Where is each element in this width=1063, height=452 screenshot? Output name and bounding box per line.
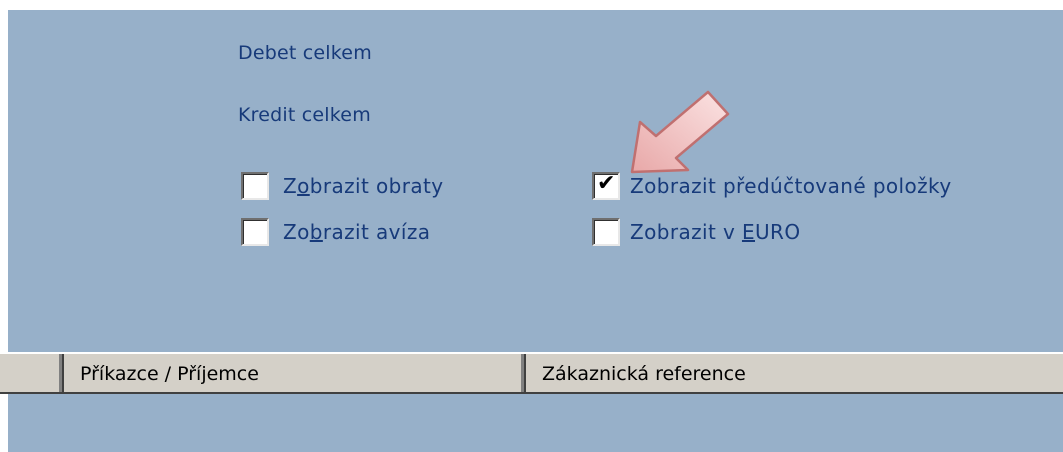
show-euro-option[interactable]: Zobrazit v EURO: [592, 218, 801, 246]
column-header-select[interactable]: [0, 354, 64, 394]
check-icon: ✔: [597, 171, 616, 196]
show-euro-label: Zobrazit v EURO: [630, 220, 801, 244]
header-divider: [0, 392, 1063, 394]
table-header: Příkazce / Příjemce Zákaznická reference: [0, 352, 1063, 394]
show-advices-checkbox[interactable]: [241, 218, 269, 246]
credit-total-label: Kredit celkem: [238, 104, 371, 126]
show-turnover-checkbox[interactable]: [241, 172, 269, 200]
show-prebooked-checkbox[interactable]: ✔: [592, 171, 620, 200]
show-advices-label: Zobrazit avíza: [283, 220, 431, 244]
debit-total-label: Debet celkem: [238, 42, 372, 64]
show-turnover-label: Zobrazit obraty: [283, 174, 444, 198]
show-euro-checkbox[interactable]: [592, 218, 620, 246]
screen: Debet celkem Kredit celkem Zobrazit obra…: [0, 0, 1063, 452]
column-header-payer-payee[interactable]: Příkazce / Příjemce: [64, 354, 526, 394]
column-header-customer-reference[interactable]: Zákaznická reference: [526, 354, 1063, 394]
arrow-icon: [630, 90, 730, 174]
show-advices-option[interactable]: Zobrazit avíza: [241, 218, 430, 246]
show-turnover-option[interactable]: Zobrazit obraty: [241, 172, 443, 200]
